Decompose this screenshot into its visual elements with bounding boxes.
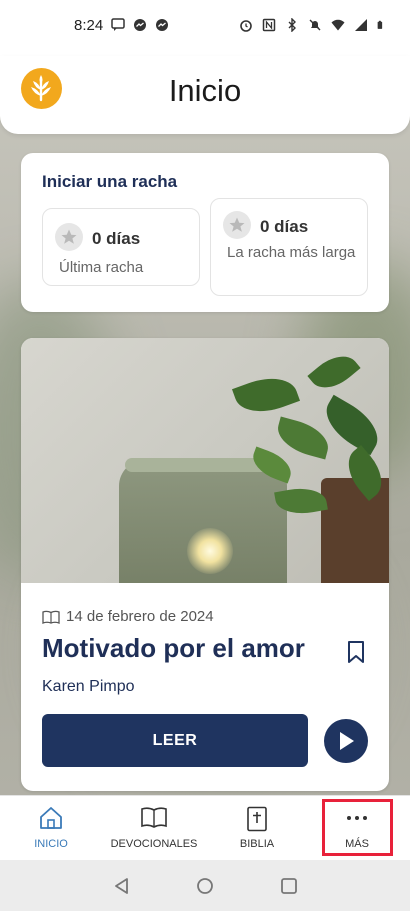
messenger-icon: [156, 19, 168, 31]
battery-icon: [377, 20, 383, 29]
longest-streak-days: 0 días: [260, 217, 309, 236]
app-header: Inicio: [0, 56, 410, 134]
devotional-title[interactable]: Motivado por el amor: [42, 633, 305, 664]
book-icon: [42, 610, 60, 624]
bookmark-icon[interactable]: [345, 640, 367, 664]
nav-label: INICIO: [34, 838, 68, 850]
highlight-box: [322, 799, 393, 856]
back-icon[interactable]: [113, 877, 131, 895]
streak-card: Iniciar una racha 0 días Última racha 0 …: [21, 153, 389, 312]
read-button[interactable]: LEER: [42, 714, 308, 767]
chat-icon: [111, 18, 125, 31]
signal-icon: [355, 19, 367, 31]
star-icon: [223, 211, 251, 239]
status-time: 8:24: [74, 17, 104, 34]
mute-icon: [309, 19, 321, 31]
devotional-date: 14 de febrero de 2024: [66, 608, 214, 625]
home-button-icon[interactable]: [196, 877, 214, 895]
book-open-icon: [141, 807, 167, 828]
nav-item-inicio[interactable]: INICIO: [16, 796, 86, 861]
streak-title: Iniciar una racha: [42, 172, 178, 191]
star-icon: [55, 223, 83, 251]
last-streak-label: Última racha: [59, 259, 144, 276]
longest-streak-box: 0 días La racha más larga: [210, 198, 368, 296]
home-icon: [40, 807, 62, 829]
nav-item-devocionales[interactable]: DEVOCIONALES: [106, 796, 202, 861]
messenger-icon: [134, 19, 146, 31]
longest-streak-label: La racha más larga: [227, 244, 356, 261]
last-streak-days: 0 días: [92, 229, 141, 248]
alarm-icon: [240, 20, 252, 32]
page-title: Inicio: [168, 73, 242, 108]
devotional-card[interactable]: 14 de febrero de 2024 Motivado por el am…: [21, 338, 389, 791]
play-audio-button[interactable]: [324, 719, 368, 763]
devotional-author: Karen Pimpo: [42, 678, 135, 695]
nav-label: DEVOCIONALES: [110, 838, 198, 850]
recents-icon[interactable]: [280, 877, 298, 895]
play-icon: [340, 732, 354, 750]
bluetooth-icon: [288, 18, 296, 32]
bible-icon: [247, 806, 267, 832]
nav-item-biblia[interactable]: BIBLIA: [222, 796, 292, 861]
wifi-icon: [331, 19, 345, 31]
nfc-icon: [262, 18, 276, 32]
system-navigation-bar: [0, 860, 410, 911]
status-bar: 8:24: [0, 0, 410, 56]
last-streak-box: 0 días Última racha: [42, 208, 200, 286]
nav-label: BIBLIA: [239, 838, 275, 850]
devotional-image[interactable]: [21, 338, 389, 583]
